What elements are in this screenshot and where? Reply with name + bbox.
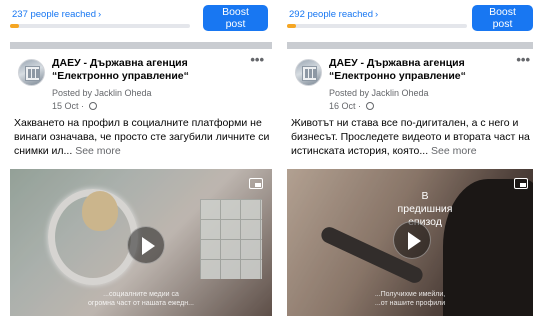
boost-post-button[interactable]: Boost post (472, 5, 533, 31)
reach-progress-fill (10, 24, 19, 28)
play-icon[interactable] (127, 226, 165, 264)
page-name[interactable]: ДАЕУ - Държавна агенция “Електронно упра… (329, 57, 519, 83)
people-reached-link[interactable]: 292 people reached › (289, 9, 378, 20)
globe-icon (365, 102, 374, 110)
boost-post-button[interactable]: Boost post (203, 5, 268, 31)
chevron-right-icon: › (98, 9, 102, 20)
post-video[interactable]: В предишния епизод ...Получихме имейли, … (287, 169, 533, 316)
building-logo-icon (25, 66, 40, 81)
page-name[interactable]: ДАЕУ - Държавна агенция “Електронно упра… (52, 57, 242, 83)
picture-in-picture-icon[interactable] (514, 178, 528, 189)
reach-row: 237 people reached › Boost post (10, 0, 272, 40)
see-more-link[interactable]: See more (431, 145, 477, 157)
posted-by: Posted by Jacklin Oheda (52, 88, 152, 98)
post-date[interactable]: 16 Oct (329, 101, 356, 111)
post-date[interactable]: 15 Oct (52, 101, 79, 111)
post-text: Животът ни става все по-дигитален, а с н… (291, 117, 530, 157)
page-avatar[interactable] (295, 59, 322, 86)
post-video[interactable]: ...социалните медии са огромна част от н… (10, 169, 272, 316)
chevron-right-icon: › (375, 9, 379, 20)
video-subtitle: ...социалните медии са огромна част от н… (88, 291, 194, 307)
reach-progress-bar (10, 24, 190, 28)
people-reached-link[interactable]: 237 people reached › (12, 9, 101, 20)
see-more-link[interactable]: See more (75, 145, 121, 157)
video-subtitle: ...Получихме имейли, ...от нашите профил… (374, 291, 446, 307)
globe-icon (88, 102, 97, 110)
page-avatar[interactable] (18, 59, 45, 86)
section-divider (10, 42, 272, 49)
section-divider (287, 42, 533, 49)
picture-in-picture-icon[interactable] (249, 178, 263, 189)
posted-by: Posted by Jacklin Oheda (329, 88, 429, 98)
post-date-row: 16 Oct · (329, 101, 374, 111)
post-card-left: 237 people reached › Boost post ДАЕУ - Дъ… (10, 0, 272, 316)
reach-row: 292 people reached › Boost post (287, 0, 533, 40)
post-date-row: 15 Oct · (52, 101, 97, 111)
building-logo-icon (302, 66, 317, 81)
more-dots-icon[interactable]: ••• (516, 52, 530, 67)
post-card-right: 292 people reached › Boost post ДАЕУ - Дъ… (287, 0, 533, 316)
post-text: Хакването на профил в социалните платфор… (14, 117, 270, 157)
play-icon[interactable] (393, 221, 431, 259)
reach-progress-fill (287, 24, 296, 28)
reach-progress-bar (287, 24, 467, 28)
more-dots-icon[interactable]: ••• (250, 52, 264, 67)
